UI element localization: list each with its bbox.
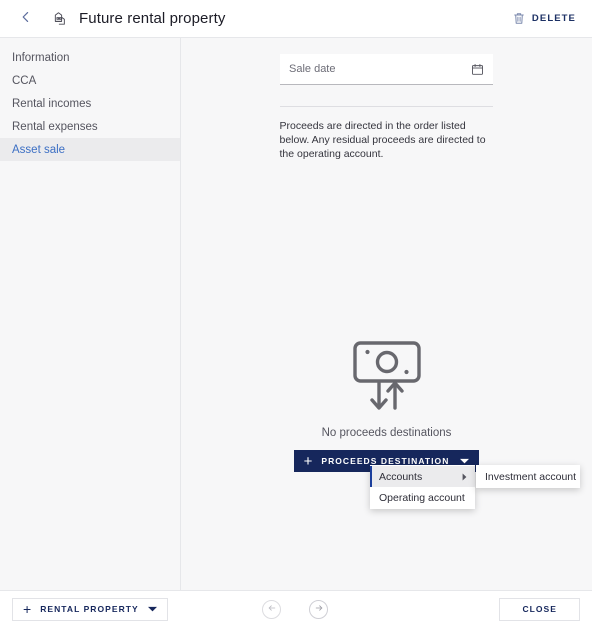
menu-item-label: Operating account bbox=[379, 491, 465, 504]
next-record-button[interactable] bbox=[309, 599, 328, 619]
sidebar-item-rental-incomes[interactable]: Rental incomes bbox=[0, 92, 180, 115]
chevron-right-icon bbox=[462, 473, 467, 480]
sale-date-input[interactable]: Sale date bbox=[289, 63, 471, 75]
main-content: Sale date Proceeds are directed in the o… bbox=[181, 38, 592, 590]
form-area: Sale date Proceeds are directed in the o… bbox=[181, 38, 592, 161]
delete-label: DELETE bbox=[531, 13, 576, 24]
page-title: Future rental property bbox=[79, 10, 226, 27]
previous-record-button[interactable] bbox=[262, 599, 281, 619]
chevron-down-icon[interactable] bbox=[460, 458, 470, 464]
delete-button[interactable]: DELETE bbox=[511, 9, 578, 28]
accounts-submenu: Investment account bbox=[476, 465, 580, 488]
arrow-left-circle-icon bbox=[267, 600, 277, 618]
record-navigation bbox=[262, 599, 328, 619]
sidebar-item-asset-sale[interactable]: Asset sale bbox=[0, 138, 180, 161]
section-divider bbox=[280, 106, 493, 107]
empty-state: No proceeds destinations + PROCEEDS DEST… bbox=[181, 338, 592, 472]
proceeds-destination-menu: Accounts Operating account bbox=[370, 465, 475, 509]
chevron-left-icon bbox=[20, 10, 32, 28]
chevron-down-icon[interactable] bbox=[147, 606, 157, 612]
arrow-right-circle-icon bbox=[314, 600, 324, 618]
app-window: Future rental property DELETE Informatio… bbox=[0, 0, 592, 627]
calendar-icon[interactable] bbox=[471, 63, 484, 76]
sidebar-item-label: Information bbox=[12, 51, 70, 64]
sidebar: Information CCA Rental incomes Rental ex… bbox=[0, 38, 181, 590]
sidebar-item-label: Rental expenses bbox=[12, 120, 98, 133]
menu-item-accounts[interactable]: Accounts bbox=[370, 466, 475, 487]
proceeds-description: Proceeds are directed in the order liste… bbox=[279, 120, 486, 160]
header-bar: Future rental property DELETE bbox=[0, 0, 592, 38]
sidebar-item-label: CCA bbox=[12, 74, 37, 87]
close-button[interactable]: CLOSE bbox=[499, 597, 580, 621]
add-rental-property-label: RENTAL PROPERTY bbox=[40, 604, 139, 614]
plus-icon: + bbox=[23, 601, 32, 617]
back-button[interactable] bbox=[14, 7, 38, 31]
sidebar-item-rental-expenses[interactable]: Rental expenses bbox=[0, 115, 180, 138]
add-rental-property-button[interactable]: + RENTAL PROPERTY bbox=[12, 597, 168, 621]
menu-item-label: Investment account bbox=[485, 470, 577, 483]
submenu-item-investment-account[interactable]: Investment account bbox=[476, 466, 580, 487]
trash-icon bbox=[513, 12, 525, 25]
property-building-icon bbox=[48, 8, 70, 30]
plus-icon: + bbox=[303, 452, 313, 470]
sidebar-item-information[interactable]: Information bbox=[0, 46, 180, 69]
menu-item-label: Accounts bbox=[379, 470, 423, 483]
sale-date-field[interactable]: Sale date bbox=[280, 54, 493, 85]
sidebar-item-label: Rental incomes bbox=[12, 97, 92, 110]
sidebar-item-label: Asset sale bbox=[12, 143, 66, 156]
sidebar-item-cca[interactable]: CCA bbox=[0, 69, 180, 92]
body-container: Information CCA Rental incomes Rental ex… bbox=[0, 38, 592, 590]
menu-item-operating-account[interactable]: Operating account bbox=[370, 487, 475, 508]
footer-bar: + RENTAL PROPERTY CLOSE bbox=[0, 590, 592, 627]
empty-state-label: No proceeds destinations bbox=[321, 427, 452, 439]
close-label: CLOSE bbox=[522, 604, 557, 614]
cash-transfer-icon bbox=[347, 338, 427, 414]
